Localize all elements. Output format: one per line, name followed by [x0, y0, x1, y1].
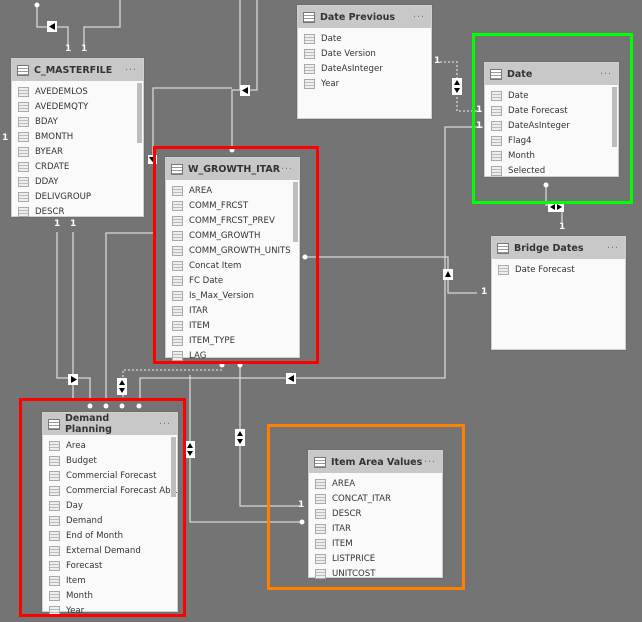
scrollbar[interactable] — [137, 83, 142, 143]
column-icon — [18, 146, 29, 157]
column-item[interactable]: DateAsInteger — [298, 61, 431, 76]
column-icon — [18, 191, 29, 202]
table-header[interactable]: Bridge Dates ··· — [492, 237, 625, 259]
column-item[interactable]: Year — [298, 76, 431, 91]
column-item[interactable]: DELIVGROUP — [12, 189, 143, 204]
table-bridge-dates[interactable]: Bridge Dates ··· Date Forecast — [491, 236, 626, 350]
column-icon — [18, 206, 29, 217]
column-icon — [18, 131, 29, 142]
column-name: BMONTH — [35, 131, 74, 142]
column-name: AVEDEMLOS — [35, 86, 88, 97]
table-icon — [17, 64, 29, 76]
cardinality-label: 1 — [70, 219, 77, 229]
column-item[interactable]: AVEDEMLOS — [12, 84, 143, 99]
table-date-previous[interactable]: Date Previous ··· Date Date Version DateAsIn… — [297, 5, 432, 119]
cardinality-label: 1 — [65, 44, 72, 54]
table-title: Date Previous — [320, 11, 396, 23]
column-icon — [18, 101, 29, 112]
cardinality-label: 1 — [559, 222, 566, 232]
column-item[interactable]: AVEDEMQTY — [12, 99, 143, 114]
cardinality-label: 1 — [81, 44, 88, 54]
column-item[interactable]: DESCR — [12, 204, 143, 219]
column-icon — [18, 161, 29, 172]
column-item[interactable]: DDAY — [12, 174, 143, 189]
table-header[interactable]: C_MASTERFILE ··· — [12, 59, 143, 81]
column-item[interactable]: Date Forecast — [492, 262, 625, 277]
column-name: DateAsInteger — [321, 63, 383, 74]
column-icon — [18, 116, 29, 127]
table-c-masterfile[interactable]: C_MASTERFILE ··· AVEDEMLOS AVEDEMQTY BDAY BMO… — [11, 58, 144, 217]
column-icon — [18, 86, 29, 97]
table-icon — [497, 242, 509, 254]
cardinality-label: 1 — [54, 219, 61, 229]
column-item[interactable]: Date Version — [298, 46, 431, 61]
column-name: DESCR — [35, 206, 65, 217]
column-name: DELIVGROUP — [35, 191, 92, 202]
table-icon — [303, 11, 315, 23]
column-item[interactable]: BYEAR — [12, 144, 143, 159]
column-name: CRDATE — [35, 161, 70, 172]
column-item[interactable]: BDAY — [12, 114, 143, 129]
table-title: Bridge Dates — [514, 242, 584, 254]
column-item[interactable]: CRDATE — [12, 159, 143, 174]
column-icon — [304, 63, 315, 74]
column-name: Date Version — [321, 48, 376, 59]
highlight-box-orange — [267, 424, 465, 590]
column-name: BDAY — [35, 116, 58, 127]
column-name: Date — [321, 33, 342, 44]
column-name: Year — [321, 78, 340, 89]
column-name: AVEDEMQTY — [35, 101, 89, 112]
cardinality-label: 1 — [481, 287, 488, 297]
column-name: Date Forecast — [515, 264, 575, 275]
column-icon — [498, 264, 509, 275]
more-options-button[interactable]: ··· — [413, 12, 425, 23]
highlight-box-red — [153, 146, 319, 364]
table-header[interactable]: Date Previous ··· — [298, 6, 431, 28]
more-options-button[interactable]: ··· — [125, 65, 137, 76]
table-title: C_MASTERFILE — [34, 64, 113, 76]
highlight-box-green — [472, 33, 633, 204]
column-icon — [304, 78, 315, 89]
more-options-button[interactable]: ··· — [607, 243, 619, 254]
column-name: DDAY — [35, 176, 59, 187]
column-icon — [18, 176, 29, 187]
column-item[interactable]: Date — [298, 31, 431, 46]
cardinality-label: 1 — [2, 133, 9, 143]
highlight-box-red — [19, 398, 186, 617]
column-item[interactable]: BMONTH — [12, 129, 143, 144]
cardinality-label: 1 — [434, 56, 441, 66]
column-icon — [304, 33, 315, 44]
column-icon — [304, 48, 315, 59]
column-name: BYEAR — [35, 146, 63, 157]
